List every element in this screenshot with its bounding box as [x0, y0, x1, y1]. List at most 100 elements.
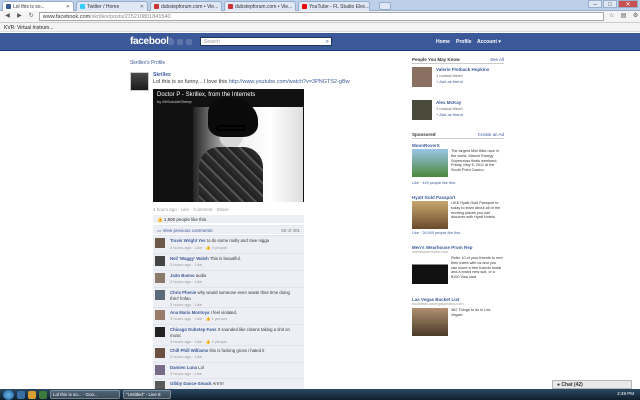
- pymk-mutual[interactable]: 1 mutual friend: [436, 73, 462, 78]
- add-friend-link[interactable]: + Add as friend: [436, 112, 463, 117]
- post-author[interactable]: Skrillex: [153, 72, 171, 78]
- browser-tab-strip: Lol this is so... ✕ Twitter / Home ✕ dub…: [0, 0, 640, 11]
- tab-facebook[interactable]: Lol this is so... ✕: [2, 1, 74, 11]
- comment-meta[interactable]: 3 hours ago · Like: [170, 279, 202, 284]
- comment-body: Arrrrrr: [212, 381, 224, 386]
- close-window-button[interactable]: ✕: [618, 0, 638, 8]
- chat-label: Chat (42): [561, 382, 583, 388]
- video-uploader: by MrSuicideSheep: [157, 99, 192, 104]
- comment-meta[interactable]: 3 hours ago · Like · 👍 2 people: [170, 339, 227, 344]
- ad-item[interactable]: Hyatt Gold Passport LIKE Hyatt Gold Pass…: [412, 195, 504, 241]
- commenter-name[interactable]: João Bueno: [170, 273, 195, 278]
- tab-twitter[interactable]: Twitter / Home ✕: [76, 1, 148, 11]
- ad-item[interactable]: Men's Wearhouse Prom Rep menswearhouse.c…: [412, 245, 504, 293]
- view-previous-comments[interactable]: ▭ View previous comments 50 of 301: [153, 225, 304, 234]
- ad-image[interactable]: [412, 201, 448, 229]
- close-tab-icon[interactable]: ✕: [140, 4, 144, 10]
- video-player[interactable]: Doctor P - Skrillex, from the Internets …: [153, 89, 304, 202]
- taskbar-chrome[interactable]: Lol this is so... · Goo...: [50, 390, 120, 399]
- chat-bar[interactable]: ● Chat (42): [552, 380, 632, 389]
- pymk-name[interactable]: Alex McKay: [436, 100, 461, 105]
- search-input[interactable]: Search ⌕: [200, 37, 332, 46]
- pymk-avatar[interactable]: [412, 67, 432, 87]
- pymk-mutual[interactable]: 1 mutual friend: [436, 106, 462, 111]
- add-friend-link[interactable]: + Add as friend: [436, 79, 463, 84]
- create-ad-link[interactable]: Create an Ad: [478, 132, 504, 137]
- close-tab-icon[interactable]: ✕: [294, 4, 295, 10]
- commenter-name[interactable]: Travis Wright Yes: [170, 238, 206, 243]
- nav-home-link[interactable]: Home: [436, 39, 450, 45]
- comment-meta[interactable]: 3 hours ago · Like: [170, 371, 202, 376]
- ad-image[interactable]: [412, 308, 448, 336]
- tab-youtube[interactable]: YouTube - FL Studio Elec... ✕: [298, 1, 370, 11]
- taskbar-clock[interactable]: 2:49 PM: [617, 391, 634, 396]
- ad-image[interactable]: [412, 256, 448, 284]
- ad-item[interactable]: MoonRoverX The largest Mini Bike race in…: [412, 143, 504, 191]
- commenter-name[interactable]: Neil 'Waggy' Walsh: [170, 256, 209, 261]
- ad-title[interactable]: MoonRoverX: [412, 143, 504, 148]
- tab-dubstepforum-1[interactable]: dubstepforum.com • Vie... ✕: [150, 1, 222, 11]
- commenter-avatar[interactable]: [155, 256, 165, 266]
- close-tab-icon[interactable]: ✕: [220, 4, 221, 10]
- pymk-name[interactable]: Valerie Flotback Hopkins: [436, 67, 489, 72]
- commenter-name[interactable]: Chris Phenie: [170, 290, 196, 295]
- author-avatar[interactable]: [130, 72, 149, 91]
- facebook-logo[interactable]: facebook: [130, 36, 172, 47]
- nav-account-menu[interactable]: Account ▾: [477, 39, 501, 45]
- search-icon[interactable]: ⌕: [326, 38, 329, 46]
- commenter-name[interactable]: Chill Phill Williams: [170, 348, 208, 353]
- pymk-avatar[interactable]: [412, 100, 432, 120]
- commenter-avatar[interactable]: [155, 348, 165, 358]
- ad-image[interactable]: [412, 149, 448, 177]
- commenter-name[interactable]: Chicago Dubstep Fans: [170, 327, 217, 332]
- nav-profile-link[interactable]: Profile: [456, 39, 472, 45]
- friend-requests-icon[interactable]: [168, 39, 174, 45]
- commenter-avatar[interactable]: [155, 310, 165, 320]
- commenter-avatar[interactable]: [155, 290, 165, 300]
- new-tab-button[interactable]: [379, 2, 391, 10]
- video-title[interactable]: Doctor P - Skrillex, from the Internets: [157, 92, 255, 98]
- commenter-name[interactable]: Ana Maria Montoya: [170, 310, 209, 315]
- ad-like[interactable]: Like · 26,900 people like this.: [412, 231, 461, 235]
- ad-body: The largest Mini Bike race in the world.…: [451, 149, 499, 173]
- windows-taskbar: Lol this is so... · Goo... "Untitled" - …: [0, 389, 640, 400]
- commenter-name[interactable]: Gibby Dance-Smack: [170, 381, 212, 386]
- explorer-quicklaunch-icon[interactable]: [28, 390, 36, 399]
- commenter-name[interactable]: Damien Luna: [170, 365, 197, 370]
- post-link[interactable]: http://www.youtube.com/watch?v=3PNGTS2-g…: [229, 79, 350, 85]
- ad-item[interactable]: Las Vegas Bucket List bucketlist.lasvega…: [412, 297, 504, 337]
- messages-icon[interactable]: [177, 39, 183, 45]
- commenter-avatar[interactable]: [155, 365, 165, 375]
- reload-icon[interactable]: ↻: [27, 12, 36, 21]
- taskbar-ableton[interactable]: "Untitled" - Live 8: [123, 390, 171, 399]
- see-all-link[interactable]: See All: [490, 57, 504, 62]
- bookmark-kvr[interactable]: KVR: Virtual Instrum...: [4, 25, 53, 31]
- back-arrow-icon[interactable]: ◀: [3, 12, 12, 21]
- view-previous-label[interactable]: View previous comments: [163, 228, 213, 233]
- maximize-button[interactable]: □: [603, 0, 617, 8]
- commenter-avatar[interactable]: [155, 273, 165, 283]
- comment-meta[interactable]: 3 hours ago · Like · 👍 1 person: [170, 316, 227, 321]
- tab-dubstepforum-2[interactable]: dubstepforum.com • Vie... ✕: [224, 1, 296, 11]
- forward-arrow-icon[interactable]: ▶: [15, 12, 24, 21]
- ad-like[interactable]: Like · 449 people like this.: [412, 181, 456, 185]
- bookmark-star-icon[interactable]: ☆: [607, 12, 616, 21]
- close-tab-icon[interactable]: ✕: [66, 4, 70, 10]
- media-quicklaunch-icon[interactable]: [39, 390, 47, 399]
- commenter-avatar[interactable]: [155, 238, 165, 248]
- comment-meta[interactable]: 3 hours ago · Like · 👍 4 people: [170, 245, 227, 250]
- start-button[interactable]: [3, 389, 14, 400]
- wrench-icon[interactable]: ⚙: [631, 12, 640, 21]
- comment-meta[interactable]: 3 hours ago · Like: [170, 262, 202, 267]
- breadcrumb[interactable]: Skrillex's Profile: [130, 60, 165, 66]
- commenter-avatar[interactable]: [155, 327, 165, 337]
- minimize-button[interactable]: –: [588, 0, 602, 8]
- page-menu-icon[interactable]: ▤: [619, 12, 628, 21]
- likes-count[interactable]: 1,900 people like this.: [164, 217, 208, 222]
- ie-quicklaunch-icon[interactable]: [17, 390, 25, 399]
- comment-meta[interactable]: 3 hours ago · Like: [170, 354, 202, 359]
- post-meta[interactable]: 4 hours ago · Like · Comment · Share: [153, 207, 229, 212]
- address-bar[interactable]: www.facebook.com/skrillex/posts/21521080…: [38, 12, 605, 21]
- ad-title[interactable]: Hyatt Gold Passport: [412, 195, 504, 200]
- notifications-icon[interactable]: [186, 39, 192, 45]
